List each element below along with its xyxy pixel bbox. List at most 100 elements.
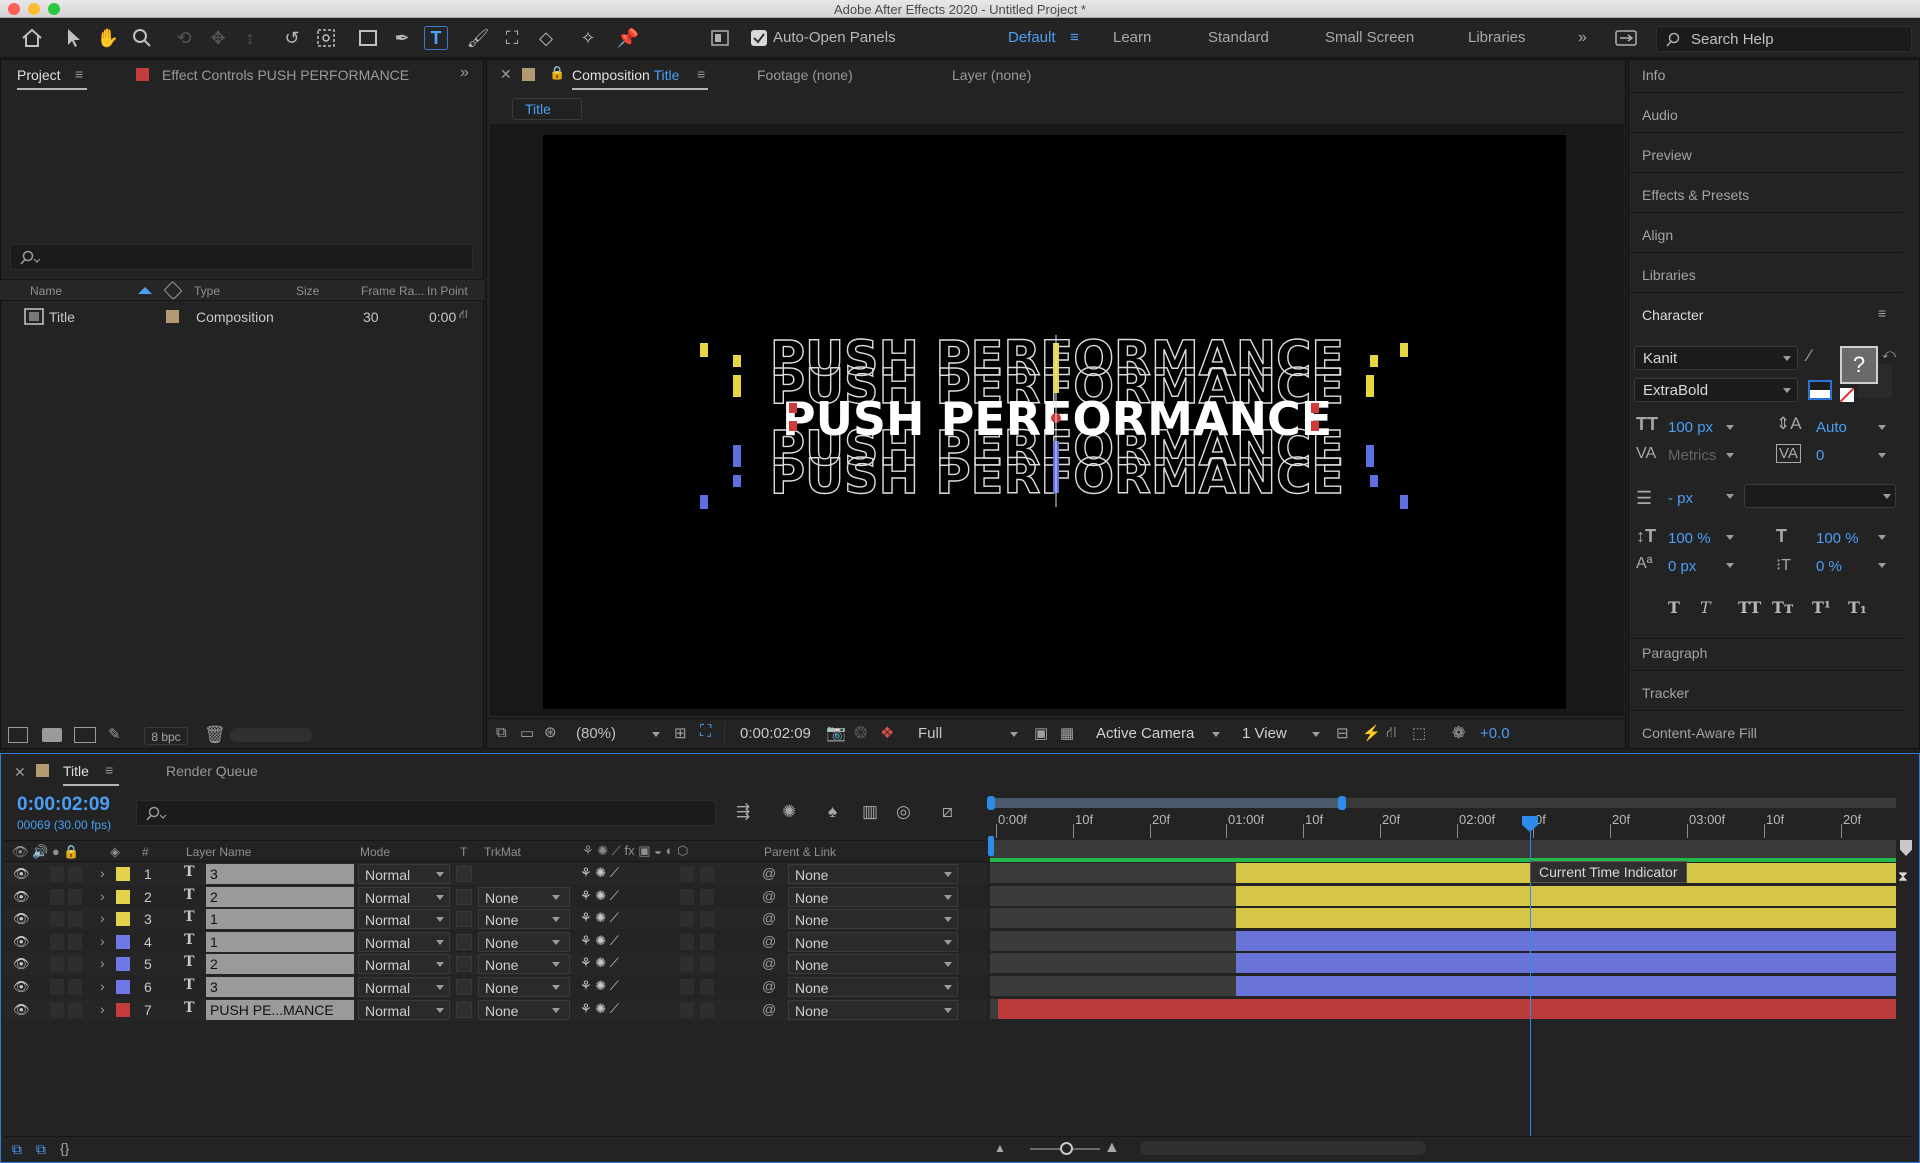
layer-label-color[interactable] (116, 1003, 130, 1017)
type-tool-icon[interactable]: T (424, 26, 448, 50)
time-zoom-slider-thumb[interactable] (1060, 1142, 1073, 1155)
layer-name[interactable]: 1 (206, 932, 354, 952)
parent-dropdown[interactable]: None (788, 887, 958, 907)
eye-icon[interactable]: 👁 (13, 979, 30, 995)
column-layer-name[interactable]: Layer Name (186, 845, 251, 859)
lock-switch[interactable] (68, 866, 82, 882)
layer-label-color[interactable] (116, 957, 130, 971)
tab-timeline-title[interactable]: Title (63, 763, 89, 779)
chevron-down-icon[interactable] (1726, 563, 1734, 568)
adjustment-switch[interactable] (680, 956, 694, 972)
views-dropdown[interactable]: 1 View (1242, 725, 1287, 742)
white-color-swatch[interactable] (1808, 380, 1832, 400)
tracking-value[interactable]: 0 (1816, 447, 1824, 464)
motion-blur-icon[interactable]: ◎ (896, 802, 911, 822)
layer-switches[interactable]: ⚘ ✺ ⟋ (580, 955, 619, 971)
zoom-dropdown[interactable]: (80%) (576, 725, 616, 742)
project-search-input[interactable] (10, 244, 473, 270)
layer-name[interactable]: PUSH PE...MANCE (206, 1000, 354, 1020)
stroke-style-dropdown[interactable] (1744, 484, 1896, 508)
brush-tool-icon[interactable]: 🖌 (466, 26, 490, 50)
flowchart-icon[interactable]: ⛙ (459, 307, 467, 323)
layer-name[interactable]: 2 (206, 954, 354, 974)
new-folder-icon[interactable] (42, 728, 62, 742)
work-area-start-handle[interactable] (987, 796, 995, 810)
auto-open-panels-checkbox[interactable] (751, 30, 767, 46)
layer-switches[interactable]: ⚘ ✺ ⟋ (580, 910, 619, 926)
kerning-value[interactable]: Metrics (1668, 447, 1716, 464)
layer-row[interactable]: 👁 › 1 T 3 Normal ⚘ ✺ ⟋ @ None (4, 863, 986, 885)
horizontal-scale-value[interactable]: 100 % (1816, 530, 1859, 547)
small-caps-button[interactable]: Tт (1772, 598, 1794, 617)
chevron-right-icon[interactable]: › (100, 888, 105, 904)
layer-switches[interactable]: ⚘ ✺ ⟋ (580, 933, 619, 949)
solo-switch[interactable] (50, 934, 64, 950)
camera-dropdown[interactable]: Active Camera (1096, 725, 1194, 742)
workspace-standard[interactable]: Standard (1208, 29, 1269, 46)
chevron-down-icon[interactable] (1726, 453, 1734, 458)
panel-info[interactable]: Info (1642, 67, 1665, 83)
layer-duration-bar[interactable] (1236, 953, 1896, 973)
tab-effect-controls[interactable]: Effect Controls PUSH PERFORMANCE (162, 67, 409, 83)
pan-camera-icon[interactable]: ✥ (206, 26, 230, 50)
current-time-display[interactable]: 0:00:02:09 (740, 725, 811, 742)
column-mode[interactable]: Mode (360, 845, 390, 859)
tab-layer[interactable]: Layer (none) (952, 67, 1031, 83)
composition-panel-menu-icon[interactable]: ≡ (697, 66, 705, 82)
zoom-in-icon[interactable]: ▲ (1104, 1139, 1120, 1157)
composition-flowchart-icon[interactable]: ⬚ (1412, 724, 1426, 742)
pick-whip-icon[interactable]: @ (762, 955, 776, 971)
column-frame-rate[interactable]: Frame Ra... (361, 284, 424, 298)
graph-editor-icon[interactable]: ⧄ (942, 802, 953, 822)
rectangle-tool-icon[interactable] (356, 26, 380, 50)
parent-dropdown[interactable]: None (788, 977, 958, 997)
in-out-toggle-icon[interactable]: {} (60, 1140, 69, 1156)
layer-label-color[interactable] (116, 935, 130, 949)
lock-switch[interactable] (68, 911, 82, 927)
3d-layer-switch[interactable] (700, 934, 714, 950)
timeline-menu-icon[interactable]: ≡ (105, 762, 113, 778)
column-layer-number[interactable]: # (142, 845, 149, 859)
fast-draft-icon[interactable]: ⚡ (1362, 724, 1381, 742)
swap-colors-icon[interactable]: ⤺ (1882, 346, 1896, 362)
solo-switch[interactable] (50, 889, 64, 905)
layer-switches[interactable]: ⚘ ✺ ⟋ (580, 888, 619, 904)
layer-duration-bar[interactable] (1236, 976, 1896, 996)
layer-duration-bar[interactable] (1236, 908, 1896, 928)
tab-render-queue[interactable]: Render Queue (166, 763, 258, 779)
pick-whip-icon[interactable]: @ (762, 910, 776, 926)
pick-whip-icon[interactable]: @ (762, 933, 776, 949)
project-panel-menu-icon[interactable]: ≡ (75, 66, 83, 82)
panel-preview[interactable]: Preview (1642, 147, 1692, 163)
workspace-small-screen[interactable]: Small Screen (1325, 29, 1414, 46)
draft-3d-icon[interactable]: ✺ (782, 802, 796, 822)
eye-icon[interactable]: 👁 (13, 934, 30, 950)
comp-button-icon[interactable]: ⧗ (1898, 868, 1908, 885)
panel-overflow-icon[interactable]: » (460, 64, 469, 82)
panel-layout-icon[interactable] (708, 26, 732, 50)
hand-tool-icon[interactable]: ✋ (96, 26, 120, 50)
layer-label-color[interactable] (116, 867, 130, 881)
pick-whip-icon[interactable]: @ (762, 865, 776, 881)
adjustment-switch[interactable] (680, 911, 694, 927)
close-timeline-tab-icon[interactable]: ✕ (14, 764, 26, 781)
column-size[interactable]: Size (296, 284, 319, 298)
parent-dropdown[interactable]: None (788, 864, 958, 884)
new-composition-icon[interactable] (74, 727, 96, 743)
project-item-label-color[interactable] (166, 310, 179, 323)
panel-effects-presets[interactable]: Effects & Presets (1642, 187, 1749, 203)
roto-brush-tool-icon[interactable]: ✧ (576, 26, 600, 50)
3d-layer-switch[interactable] (700, 911, 714, 927)
solo-switch[interactable] (50, 866, 64, 882)
layer-label-color[interactable] (116, 890, 130, 904)
bpc-toggle[interactable]: 8 bpc (144, 727, 188, 745)
parent-dropdown[interactable]: None (788, 1000, 958, 1020)
always-preview-icon[interactable]: ⧉ (496, 724, 507, 741)
parent-dropdown[interactable]: None (788, 909, 958, 929)
region-of-interest-icon[interactable]: ⛶ (700, 723, 711, 741)
timeline-flowchart-icon[interactable]: ⛙ (1386, 724, 1397, 743)
project-scrollbar[interactable] (230, 728, 312, 742)
chevron-down-icon[interactable] (1726, 535, 1734, 540)
monitor-icon[interactable]: ▭ (520, 724, 534, 742)
layer-switches[interactable]: ⚘ ✺ ⟋ (580, 978, 619, 994)
